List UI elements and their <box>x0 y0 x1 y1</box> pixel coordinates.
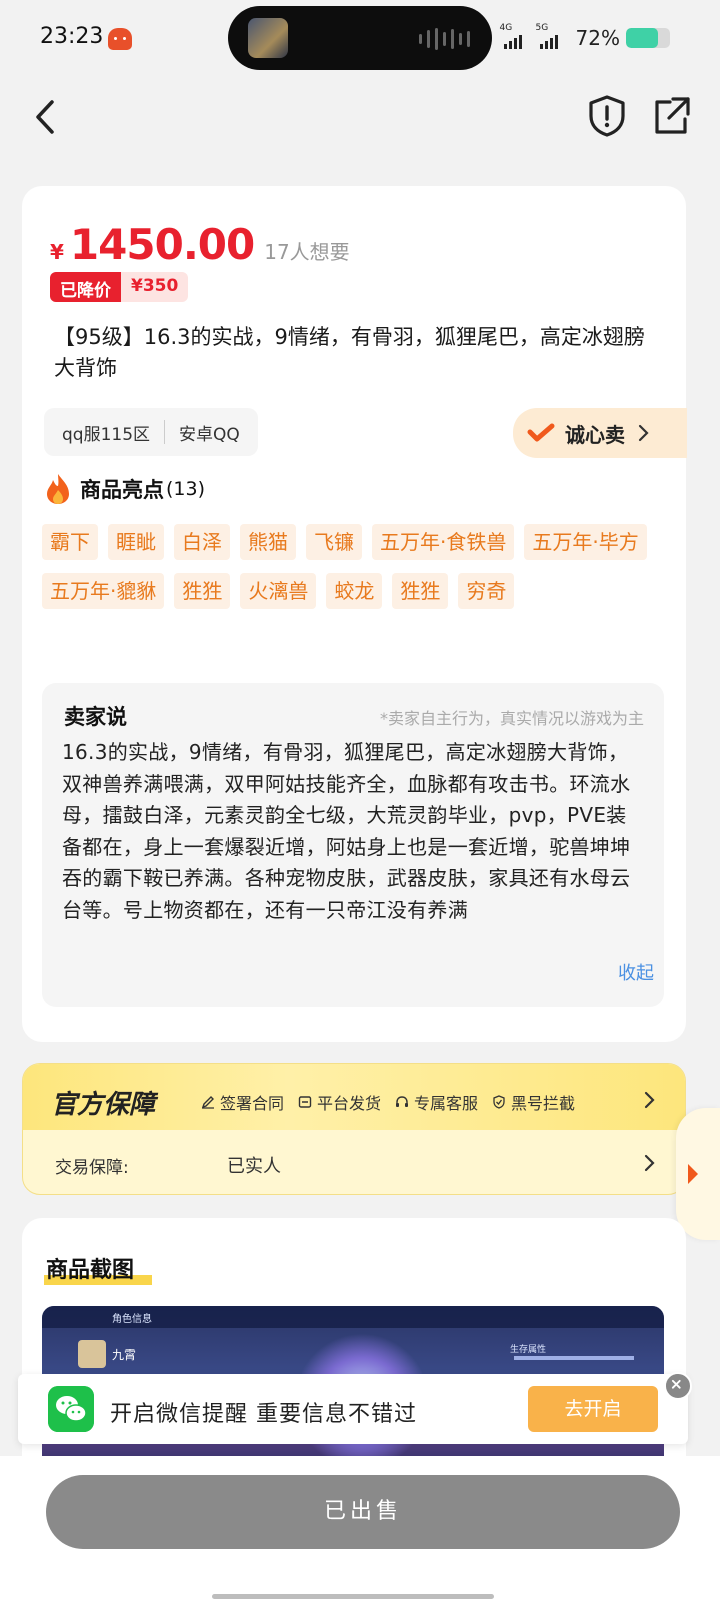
signal-4g-icon: 4G <box>500 23 530 49</box>
chevron-left-icon[interactable] <box>26 92 66 142</box>
screenshot-header-text: 角色信息 <box>112 1314 152 1325</box>
product-title: 【95级】16.3的实战，9情绪，有骨羽，狐狸尾巴，高定冰翅膀大背饰 <box>54 325 645 380</box>
headset-icon <box>396 1096 409 1107</box>
price-symbol: ¥ <box>50 240 64 264</box>
sincere-sell-label: 诚心卖 <box>565 422 625 447</box>
home-indicator[interactable] <box>212 1594 494 1599</box>
sincere-sell-tag[interactable]: 诚心卖 <box>513 408 687 458</box>
screenshot-character-name: 九霄 <box>112 1348 137 1362</box>
highlight-tag: 白泽 <box>174 524 230 560</box>
price-drop-label: 已降价 <box>50 272 121 302</box>
highlights-title: 商品亮点 <box>80 478 164 502</box>
close-icon[interactable] <box>664 1372 692 1400</box>
divider <box>164 420 166 444</box>
price-value: 1450.00 <box>69 220 255 269</box>
guarantee-item-support: 专属客服 <box>395 1090 478 1114</box>
chevron-right-icon[interactable] <box>643 1154 655 1172</box>
check-mark-icon <box>527 423 555 442</box>
trade-guarantee-value: 已实人 <box>227 1156 281 1177</box>
guarantee-item-contract: 签署合同 <box>201 1090 284 1114</box>
audio-wave-icon <box>419 28 470 50</box>
price-row: ¥ 1450.00 17人想要 <box>50 220 350 269</box>
platform-name: 安卓QQ <box>179 424 240 445</box>
signal-5g-icon: 5G <box>536 23 566 49</box>
bottom-action-bar: 已出售 <box>0 1456 720 1600</box>
shield-check-icon <box>493 1095 505 1109</box>
trade-guarantee-label: 交易保障: <box>55 1158 129 1178</box>
product-card: ¥ 1450.00 17人想要 已降价 ¥350 【95级】16.3的实战，9情… <box>22 186 687 1042</box>
highlights-count: (13) <box>166 478 206 500</box>
highlight-tag: 霸下 <box>42 524 98 560</box>
official-guarantee-card[interactable]: 官方保障 签署合同 平台发货 专属客服 黑号拦截 交易保障: 已实人 <box>22 1063 686 1195</box>
pen-icon <box>201 1096 214 1109</box>
dynamic-island[interactable] <box>228 6 492 70</box>
highlight-tag: 蛟龙 <box>326 573 383 609</box>
highlight-tag: 五万年·食铁兽 <box>372 524 515 560</box>
wechat-icon <box>48 1386 94 1432</box>
app-notification-icon <box>108 28 132 50</box>
guarantee-item-delivery: 平台发货 <box>298 1090 381 1114</box>
battery-icon <box>626 28 670 48</box>
wechat-reminder-banner: 开启微信提醒 重要信息不错过 去开启 <box>18 1374 688 1444</box>
shield-alert-icon[interactable] <box>586 94 628 138</box>
status-time: 23:23 <box>40 24 104 49</box>
share-icon[interactable] <box>650 94 692 138</box>
highlight-tag: 熊猫 <box>240 524 296 560</box>
price-drop-badge: 已降价 ¥350 <box>50 272 189 302</box>
battery-level <box>626 28 658 48</box>
screenshots-title: 商品截图 <box>46 1258 135 1283</box>
collapse-link[interactable]: 收起 <box>618 959 654 985</box>
server-info: qq服115区 安卓QQ <box>44 408 258 456</box>
media-thumbnail <box>248 18 288 58</box>
status-indicators: 4G 5G 72% <box>500 23 670 50</box>
highlight-tag: 睚眦 <box>108 524 164 560</box>
highlight-tag: 穷奇 <box>458 573 515 609</box>
guarantee-item-blacklist: 黑号拦截 <box>492 1090 575 1114</box>
highlight-tag: 五万年·毕方 <box>524 524 647 560</box>
wechat-reminder-text: 开启微信提醒 重要信息不错过 <box>110 1402 417 1427</box>
guarantee-items: 签署合同 平台发货 专属客服 黑号拦截 <box>201 1090 575 1114</box>
highlight-tag: 狌狌 <box>174 573 231 609</box>
highlight-tag: 飞镰 <box>306 524 362 560</box>
floating-side-tab[interactable] <box>676 1108 720 1240</box>
nav-actions <box>586 94 692 138</box>
seller-says-box: 卖家说 *卖家自主行为，真实情况以游戏为主 16.3的实战，9情绪，有骨羽，狐狸… <box>42 683 664 1007</box>
status-bar: 23:23 4G 5G 72% <box>0 0 720 80</box>
server-name: qq服115区 <box>62 424 151 445</box>
highlights-header: 商品亮点 (13) <box>44 472 205 506</box>
battery-percent: 72% <box>575 26 620 50</box>
highlight-tag: 火漓兽 <box>240 573 317 609</box>
chevron-right-icon <box>638 424 649 442</box>
avatar <box>78 1340 106 1368</box>
price-drop-amount: ¥350 <box>121 272 189 302</box>
highlight-tag: 狌狌 <box>392 573 449 609</box>
enable-wechat-button[interactable]: 去开启 <box>528 1386 658 1432</box>
screenshot-stat-label: 生存属性 <box>510 1345 547 1355</box>
seller-disclaimer: *卖家自主行为，真实情况以游戏为主 <box>379 709 644 728</box>
want-count: 17人想要 <box>264 240 350 264</box>
chevron-right-icon <box>644 1091 655 1109</box>
guarantee-title: 官方保障 <box>51 1090 156 1120</box>
sold-button[interactable]: 已出售 <box>46 1475 680 1549</box>
highlight-tags: 霸下 睚眦 白泽 熊猫 飞镰 五万年·食铁兽 五万年·毕方 五万年·貔貅 狌狌 火漓兽 蛟龙 狌狌 穷奇 <box>42 524 662 609</box>
box-icon <box>298 1096 312 1108</box>
seller-says-title: 卖家说 <box>64 705 127 729</box>
highlight-tag: 五万年·貔貅 <box>42 573 165 609</box>
seller-description: 16.3的实战，9情绪，有骨羽，狐狸尾巴，高定冰翅膀大背饰，双神兽养满喂满，双甲… <box>62 740 631 922</box>
flame-icon <box>47 474 69 504</box>
